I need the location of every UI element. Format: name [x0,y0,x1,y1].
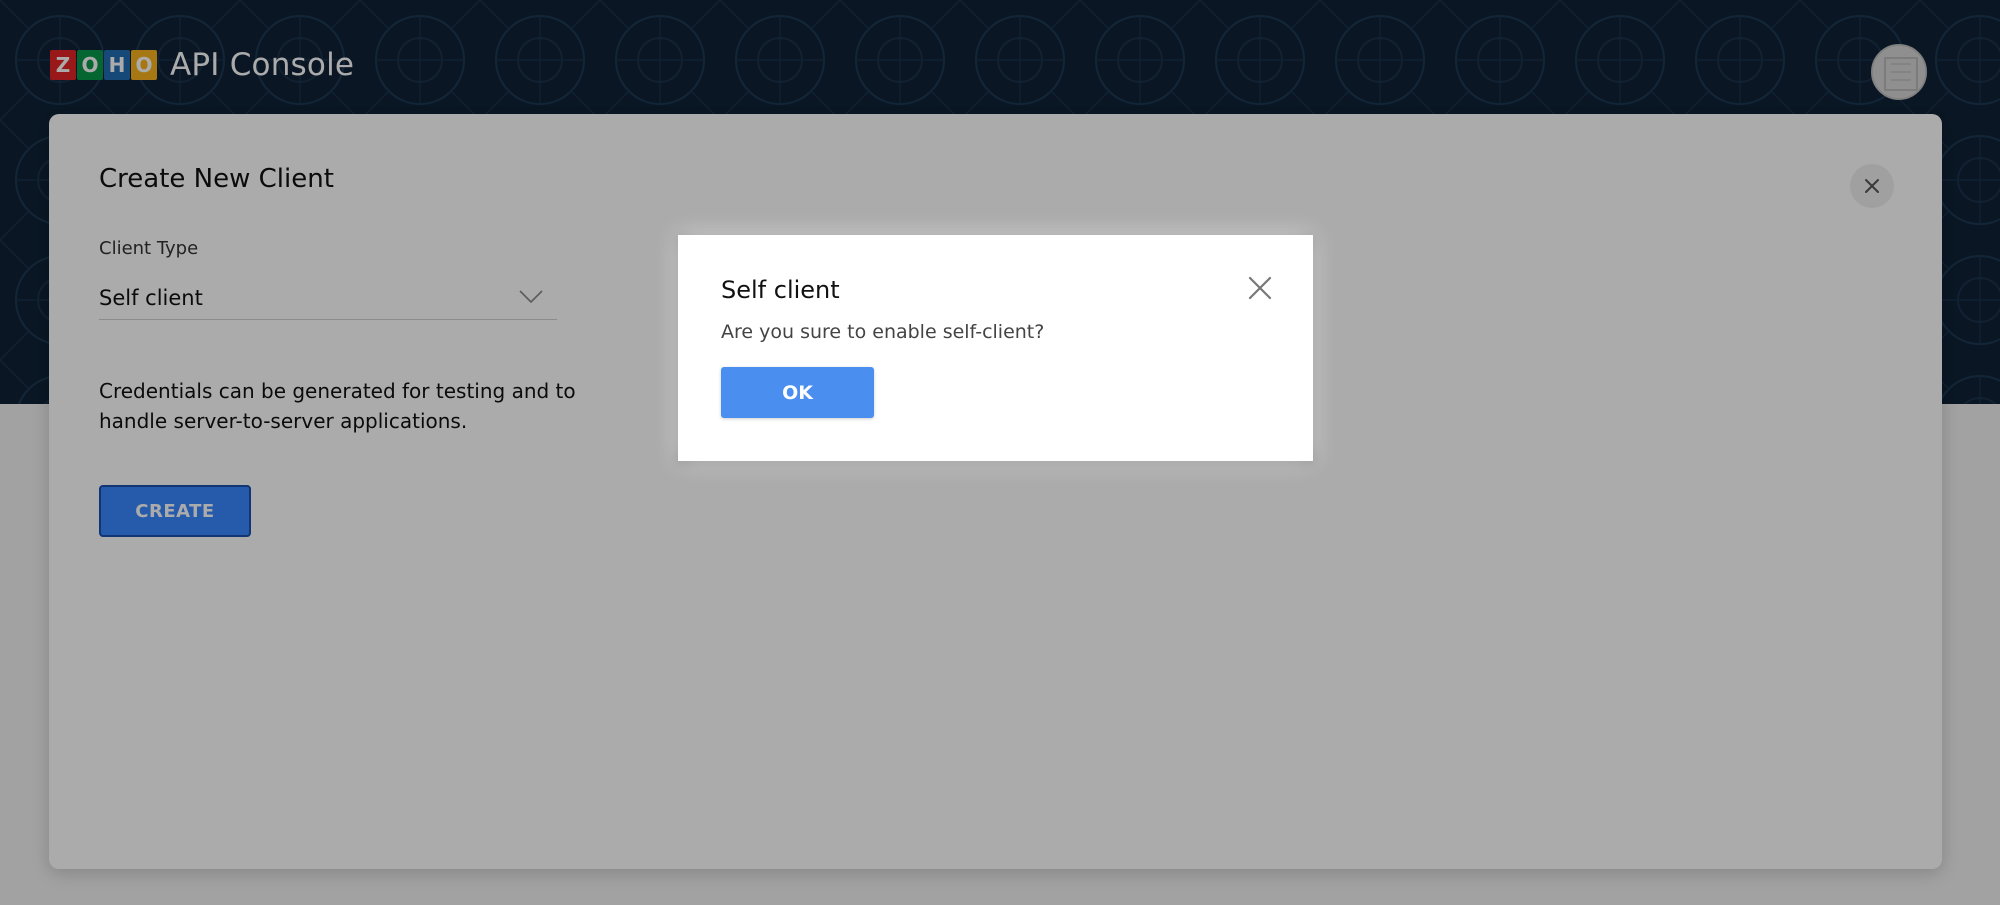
ok-button[interactable]: OK [721,367,874,418]
self-client-dialog: Self client Are you sure to enable self-… [678,235,1313,461]
dialog-message: Are you sure to enable self-client? [721,321,1045,343]
dialog-title: Self client [721,276,840,304]
dialog-close-button[interactable] [1246,274,1274,302]
close-icon [1248,276,1272,300]
